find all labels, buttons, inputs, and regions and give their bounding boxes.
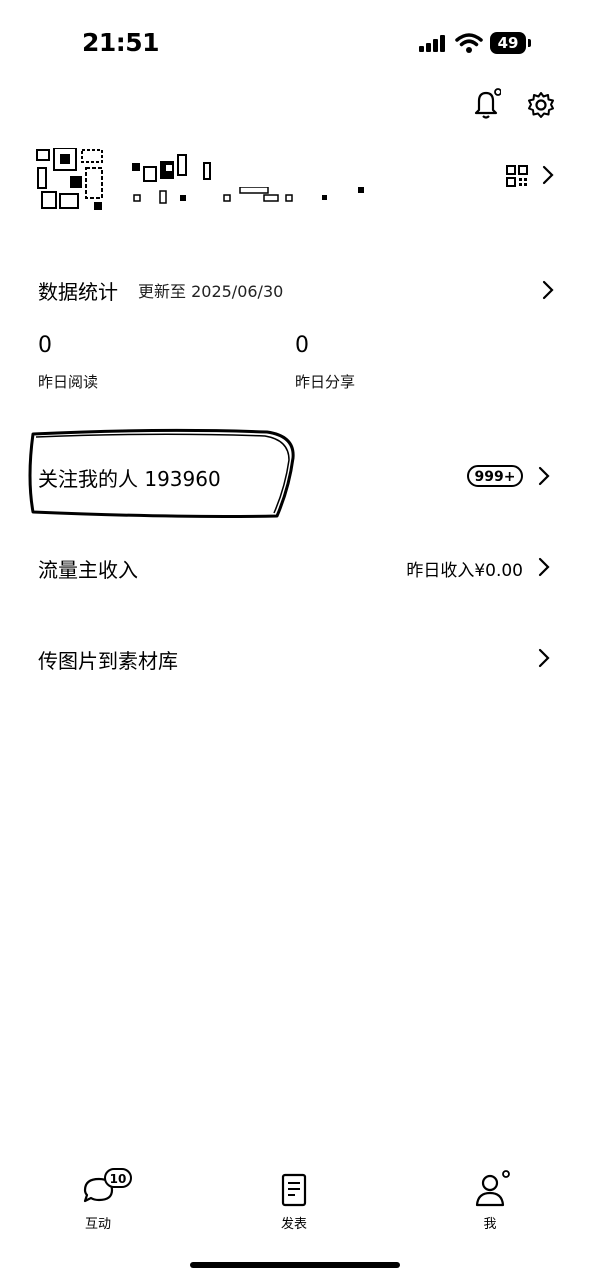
qr-code-icon[interactable]: [506, 165, 528, 187]
upload-label: 传图片到素材库: [38, 649, 178, 673]
stat-yesterday-shares[interactable]: 0 昨日分享: [295, 333, 355, 392]
stat-label: 昨日阅读: [38, 373, 99, 391]
chevron-right-icon: [538, 648, 550, 668]
profile-subtitle: [133, 187, 364, 204]
notification-bell-icon[interactable]: [473, 88, 501, 120]
chevron-right-icon: [542, 165, 554, 185]
yesterday-income: 昨日收入¥0.00: [406, 561, 523, 581]
chevron-right-icon: [542, 280, 554, 300]
hand-drawn-highlight: [28, 428, 295, 518]
upload-to-library-row[interactable]: 传图片到素材库: [0, 639, 589, 679]
stat-label: 昨日分享: [295, 373, 356, 391]
status-time: 21:51: [82, 28, 160, 57]
tab-label: 发表: [280, 1217, 307, 1232]
stats-title: 数据统计: [38, 280, 118, 304]
tab-me[interactable]: 我: [450, 1165, 530, 1232]
chevron-right-icon: [538, 466, 550, 486]
settings-gear-icon[interactable]: [526, 90, 556, 120]
wifi-icon: [455, 33, 483, 53]
tab-publish[interactable]: 发表: [254, 1165, 334, 1232]
interaction-badge: 10: [104, 1168, 132, 1188]
status-bar: 21:51 49: [0, 0, 589, 90]
income-label: 流量主收入: [38, 558, 138, 582]
chevron-right-icon: [538, 557, 550, 577]
stat-value: 0: [38, 333, 52, 358]
new-followers-badge: 999+: [467, 465, 523, 487]
stats-header[interactable]: 数据统计 更新至 2025/06/30: [38, 276, 558, 306]
bottom-tab-bar: 互动 发表 我: [0, 1165, 589, 1235]
stats-updated-date: 更新至 2025/06/30: [138, 282, 284, 301]
person-icon: [475, 1170, 510, 1207]
battery-icon: 49: [490, 32, 526, 54]
profile-name: [132, 154, 211, 182]
stat-value: 0: [295, 333, 309, 358]
tab-label: 互动: [84, 1217, 111, 1232]
home-indicator[interactable]: [190, 1262, 400, 1268]
profile-header[interactable]: [0, 145, 589, 225]
battery-tip: [528, 39, 531, 47]
avatar: [34, 148, 108, 212]
stat-yesterday-reads[interactable]: 0 昨日阅读: [38, 333, 98, 392]
document-icon: [281, 1173, 307, 1207]
traffic-income-row[interactable]: 流量主收入 昨日收入¥0.00: [0, 548, 589, 588]
tab-label: 我: [483, 1217, 497, 1232]
cellular-signal-icon: [419, 35, 447, 52]
